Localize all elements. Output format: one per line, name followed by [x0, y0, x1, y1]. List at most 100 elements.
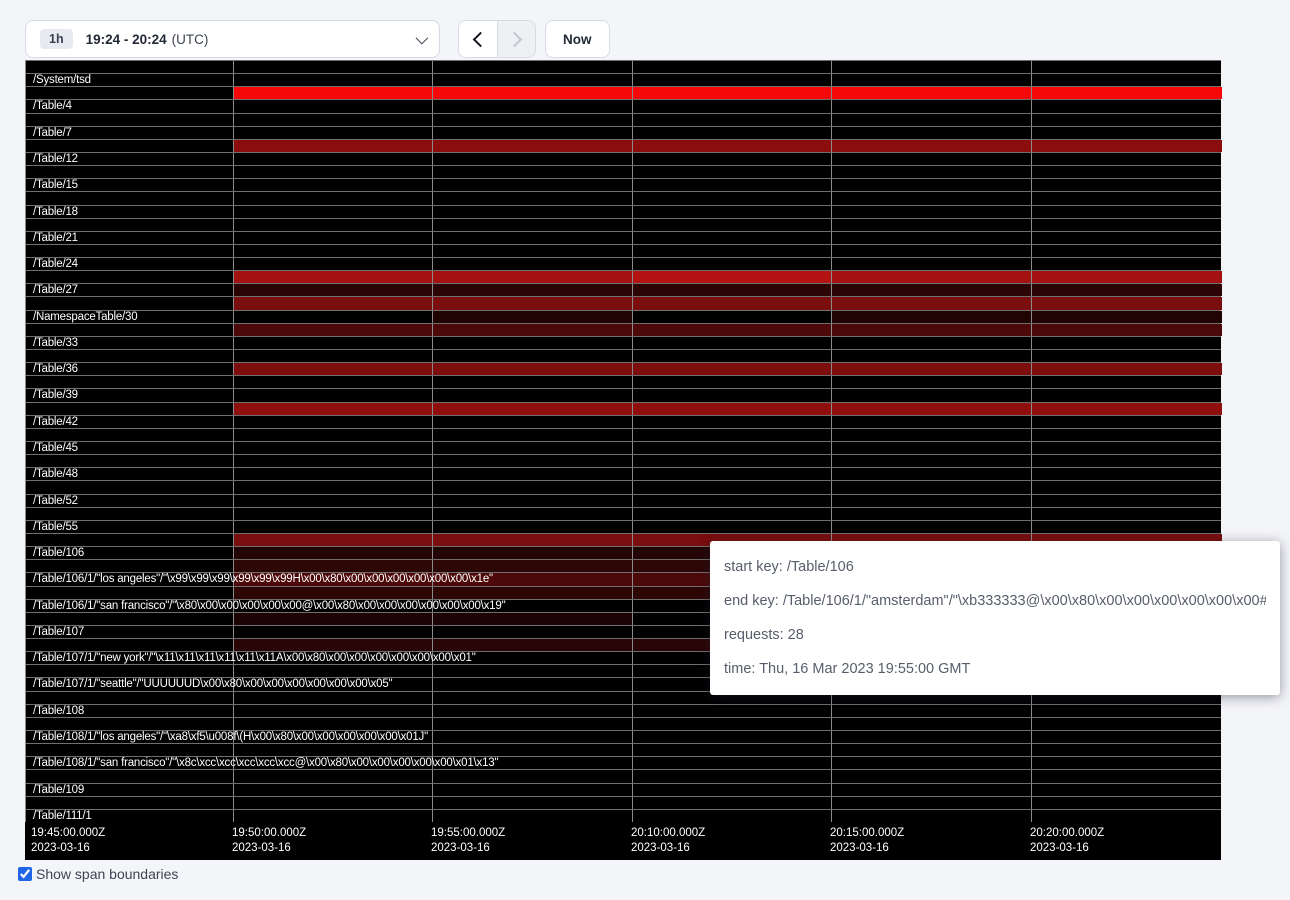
heatmap-cell[interactable] — [432, 100, 632, 112]
heatmap-cell[interactable] — [233, 429, 432, 441]
heatmap-cell[interactable] — [632, 350, 831, 362]
heatmap-cell[interactable] — [632, 481, 831, 493]
heatmap-cell[interactable] — [432, 389, 632, 401]
heatmap-cell[interactable] — [831, 429, 1031, 441]
heatmap-cell[interactable] — [233, 534, 432, 546]
heatmap-cell[interactable] — [1031, 219, 1222, 231]
heatmap-cell[interactable] — [432, 547, 632, 559]
heatmap-cell[interactable] — [1031, 232, 1222, 244]
next-interval-button[interactable] — [497, 21, 535, 57]
heatmap-cell[interactable] — [632, 232, 831, 244]
heatmap-cell[interactable] — [26, 324, 233, 336]
heatmap-cell[interactable] — [233, 784, 432, 796]
heatmap-cell[interactable] — [432, 560, 632, 572]
heatmap-cell[interactable] — [831, 61, 1031, 73]
heatmap-cell[interactable] — [233, 232, 432, 244]
heatmap-cell[interactable] — [831, 166, 1031, 178]
heatmap-cell[interactable] — [26, 744, 233, 756]
heatmap-cell[interactable] — [233, 810, 432, 822]
heatmap-cell[interactable] — [26, 403, 233, 415]
heatmap-cell[interactable] — [1031, 376, 1222, 388]
heatmap-cell[interactable] — [233, 442, 432, 454]
heatmap-cell[interactable] — [632, 114, 831, 126]
heatmap-cell[interactable] — [432, 455, 632, 467]
heatmap-cell[interactable] — [26, 534, 233, 546]
heatmap-cell[interactable] — [26, 692, 233, 704]
heatmap-cell[interactable] — [831, 258, 1031, 270]
heatmap-cell[interactable] — [432, 245, 632, 257]
heatmap-cell[interactable] — [1031, 337, 1222, 349]
heatmap-cell[interactable] — [233, 495, 432, 507]
heatmap-cell[interactable] — [233, 297, 432, 309]
heatmap-cell[interactable] — [233, 481, 432, 493]
heatmap-cell[interactable] — [432, 429, 632, 441]
heatmap-cell[interactable] — [831, 797, 1031, 809]
heatmap-cell[interactable] — [831, 363, 1031, 375]
heatmap-cell[interactable] — [432, 731, 632, 743]
heatmap-cell[interactable] — [1031, 731, 1222, 743]
heatmap-cell[interactable] — [632, 219, 831, 231]
heatmap-cell[interactable] — [1031, 757, 1222, 769]
heatmap-cell[interactable] — [432, 534, 632, 546]
heatmap-cell[interactable] — [1031, 403, 1222, 415]
heatmap-cell[interactable] — [432, 626, 632, 638]
heatmap-cell[interactable] — [632, 297, 831, 309]
heatmap-cell[interactable] — [432, 416, 632, 428]
heatmap-cell[interactable] — [233, 639, 432, 651]
heatmap-cell[interactable] — [233, 508, 432, 520]
heatmap-cell[interactable] — [432, 692, 632, 704]
heatmap-cell[interactable] — [1031, 455, 1222, 467]
heatmap-cell[interactable] — [1031, 74, 1222, 86]
heatmap-cell[interactable] — [233, 389, 432, 401]
heatmap-cell[interactable] — [233, 560, 432, 572]
heatmap-cell[interactable] — [432, 258, 632, 270]
prev-interval-button[interactable] — [459, 21, 497, 57]
heatmap-cell[interactable] — [632, 389, 831, 401]
heatmap-cell[interactable] — [831, 192, 1031, 204]
heatmap-cell[interactable] — [26, 140, 233, 152]
heatmap-cell[interactable] — [233, 100, 432, 112]
heatmap-cell[interactable] — [233, 547, 432, 559]
heatmap-cell[interactable] — [1031, 192, 1222, 204]
heatmap-cell[interactable] — [831, 389, 1031, 401]
heatmap-cell[interactable] — [632, 74, 831, 86]
heatmap-cell[interactable] — [632, 179, 831, 191]
show-span-boundaries-label[interactable]: Show span boundaries — [36, 866, 178, 882]
heatmap-cell[interactable] — [432, 784, 632, 796]
heatmap-cell[interactable] — [1031, 153, 1222, 165]
heatmap-cell[interactable] — [432, 770, 632, 782]
heatmap-cell[interactable] — [632, 245, 831, 257]
heatmap-cell[interactable] — [1031, 416, 1222, 428]
heatmap-cell[interactable] — [831, 153, 1031, 165]
heatmap-cell[interactable] — [432, 61, 632, 73]
heatmap-cell[interactable] — [831, 311, 1031, 323]
heatmap-cell[interactable] — [831, 245, 1031, 257]
heatmap-cell[interactable] — [233, 521, 432, 533]
heatmap-cell[interactable] — [1031, 311, 1222, 323]
heatmap-cell[interactable] — [432, 311, 632, 323]
heatmap-cell[interactable] — [233, 363, 432, 375]
heatmap-cell[interactable] — [831, 521, 1031, 533]
heatmap-cell[interactable] — [632, 192, 831, 204]
heatmap-cell[interactable] — [632, 508, 831, 520]
heatmap-cell[interactable] — [831, 705, 1031, 717]
heatmap-cell[interactable] — [26, 219, 233, 231]
heatmap-cell[interactable] — [632, 797, 831, 809]
heatmap-cell[interactable] — [831, 284, 1031, 296]
heatmap-cell[interactable] — [1031, 718, 1222, 730]
heatmap-cell[interactable] — [831, 127, 1031, 139]
heatmap-cell[interactable] — [831, 324, 1031, 336]
heatmap-cell[interactable] — [233, 744, 432, 756]
heatmap-cell[interactable] — [632, 416, 831, 428]
heatmap-cell[interactable] — [632, 757, 831, 769]
heatmap-cell[interactable] — [233, 705, 432, 717]
heatmap-cell[interactable] — [831, 232, 1031, 244]
heatmap-cell[interactable] — [26, 166, 233, 178]
heatmap-cell[interactable] — [26, 770, 233, 782]
heatmap-cell[interactable] — [1031, 784, 1222, 796]
heatmap-cell[interactable] — [432, 403, 632, 415]
heatmap-cell[interactable] — [632, 166, 831, 178]
heatmap-cell[interactable] — [831, 784, 1031, 796]
heatmap-cell[interactable] — [1031, 324, 1222, 336]
heatmap-cell[interactable] — [233, 337, 432, 349]
